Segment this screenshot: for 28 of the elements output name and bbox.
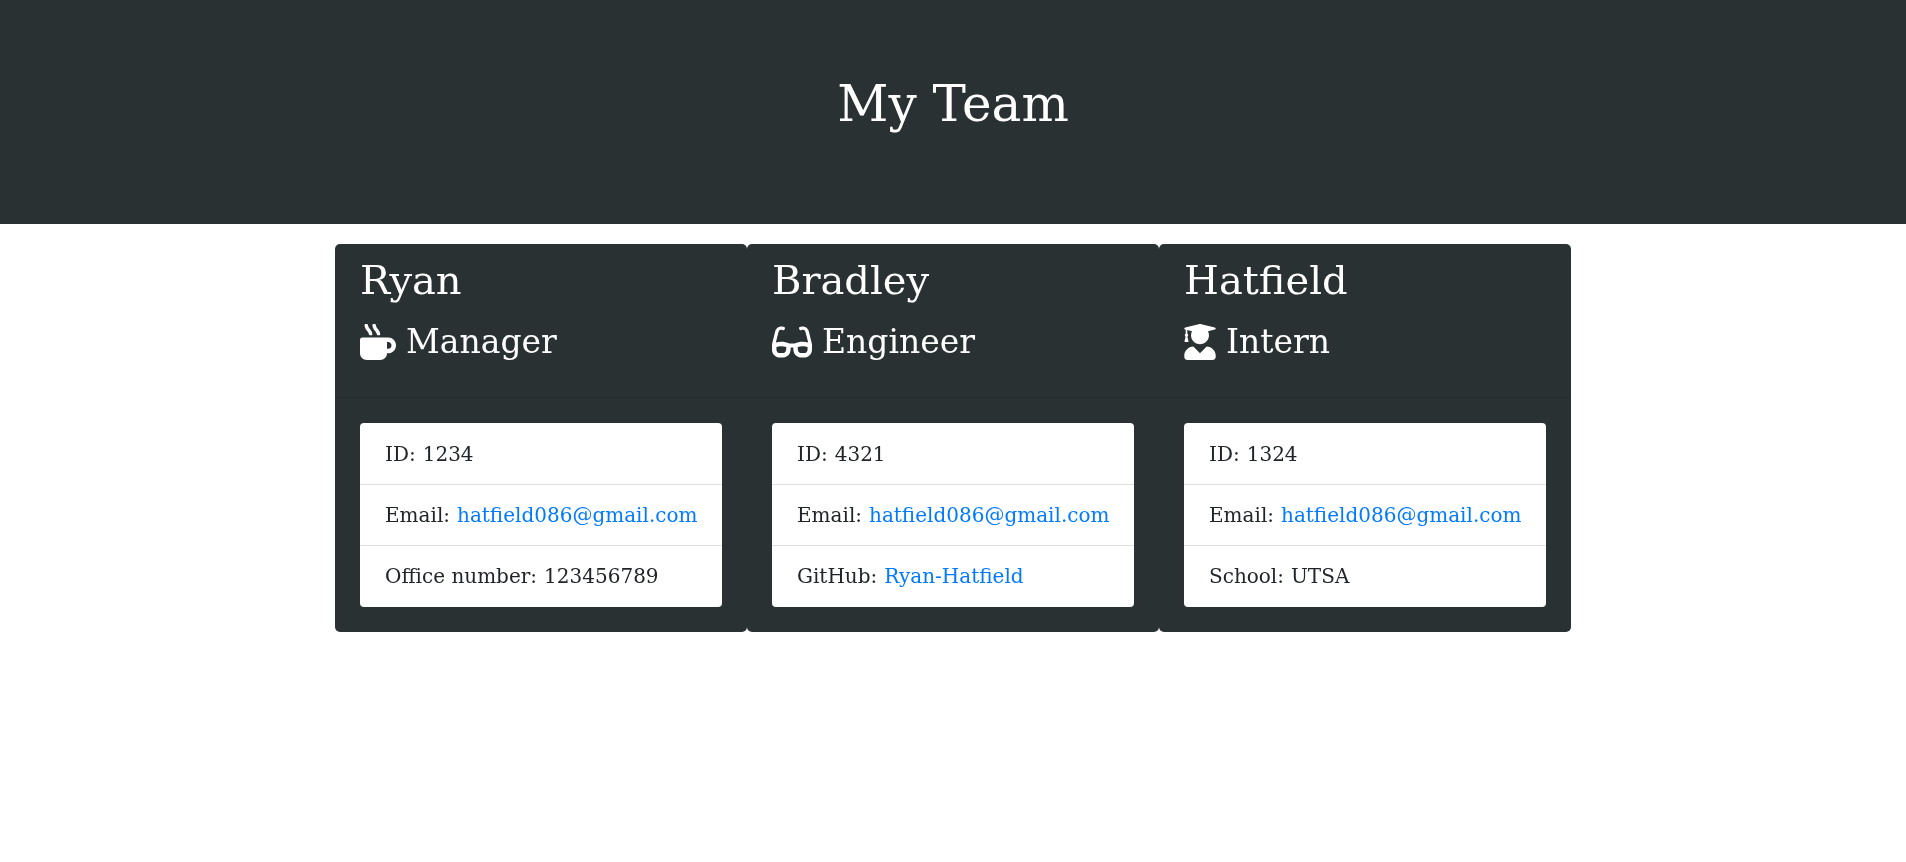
field-label: School: <box>1209 563 1284 590</box>
field-label: Email: <box>797 502 863 529</box>
field-value: 123456789 <box>544 563 659 590</box>
role-title: Manager <box>406 322 557 362</box>
employee-name: Bradley <box>772 256 930 304</box>
field-value: 4321 <box>834 441 886 468</box>
field-label: GitHub: <box>797 563 878 590</box>
field-value: 1234 <box>422 441 474 468</box>
mug-icon <box>360 324 396 360</box>
graduate-icon <box>1184 324 1216 360</box>
field-value: UTSA <box>1291 563 1350 590</box>
field-label: ID: <box>385 441 416 468</box>
employee-name: Ryan <box>360 256 462 304</box>
field-label: ID: <box>797 441 828 468</box>
github-link[interactable]: Ryan-Hatfield <box>884 561 1024 591</box>
field-label: ID: <box>1209 441 1240 468</box>
field-value: 1324 <box>1246 441 1298 468</box>
email-link[interactable]: hatfield086@gmail.com <box>869 500 1110 530</box>
field-label: Email: <box>1209 502 1275 529</box>
role-title: Intern <box>1226 322 1331 362</box>
field-label: Email: <box>385 502 451 529</box>
glasses-icon <box>772 324 812 360</box>
email-link[interactable]: hatfield086@gmail.com <box>457 500 698 530</box>
field-label: Office number: <box>385 563 538 590</box>
email-link[interactable]: hatfield086@gmail.com <box>1281 500 1522 530</box>
page-title: My Team <box>837 74 1069 134</box>
employee-name: Hatfield <box>1184 256 1348 304</box>
role-title: Engineer <box>822 322 976 362</box>
